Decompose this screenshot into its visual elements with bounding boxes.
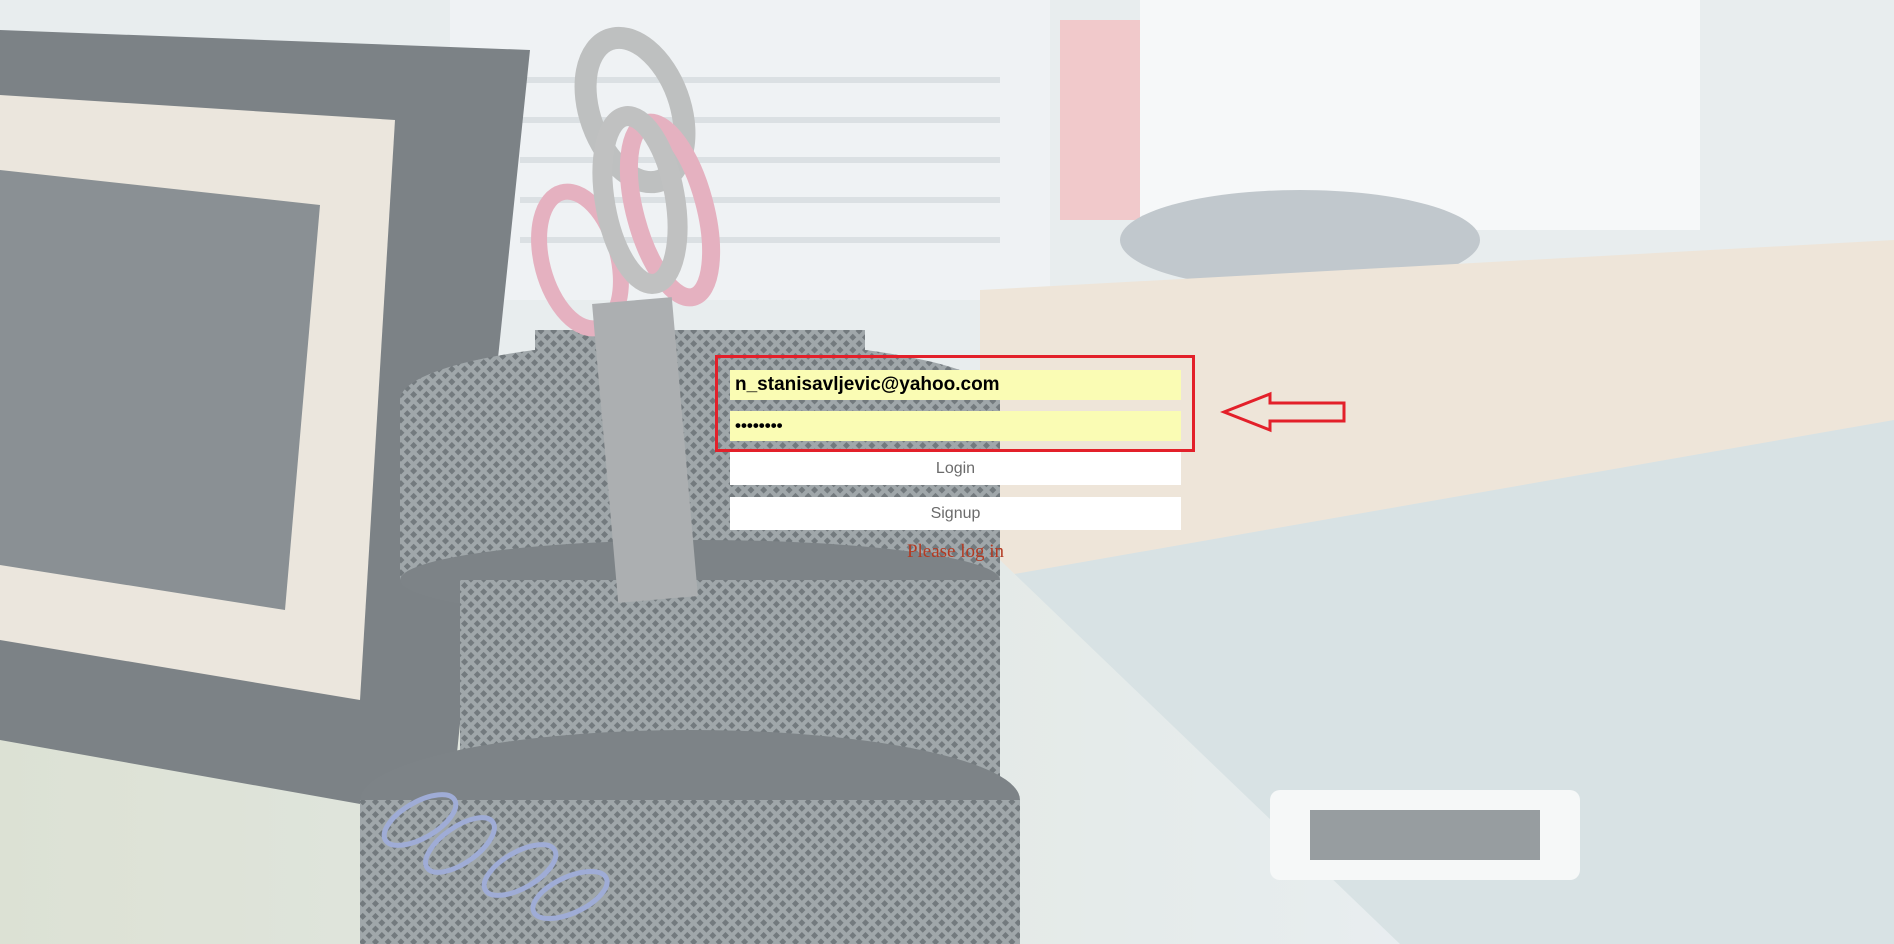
password-field[interactable] <box>730 411 1181 441</box>
status-message: Please log in <box>906 541 1005 562</box>
signup-button[interactable]: Signup <box>730 497 1181 530</box>
email-field[interactable] <box>730 370 1181 400</box>
login-button[interactable]: Login <box>730 452 1181 485</box>
left-arrow-annotation-icon <box>1220 391 1346 433</box>
